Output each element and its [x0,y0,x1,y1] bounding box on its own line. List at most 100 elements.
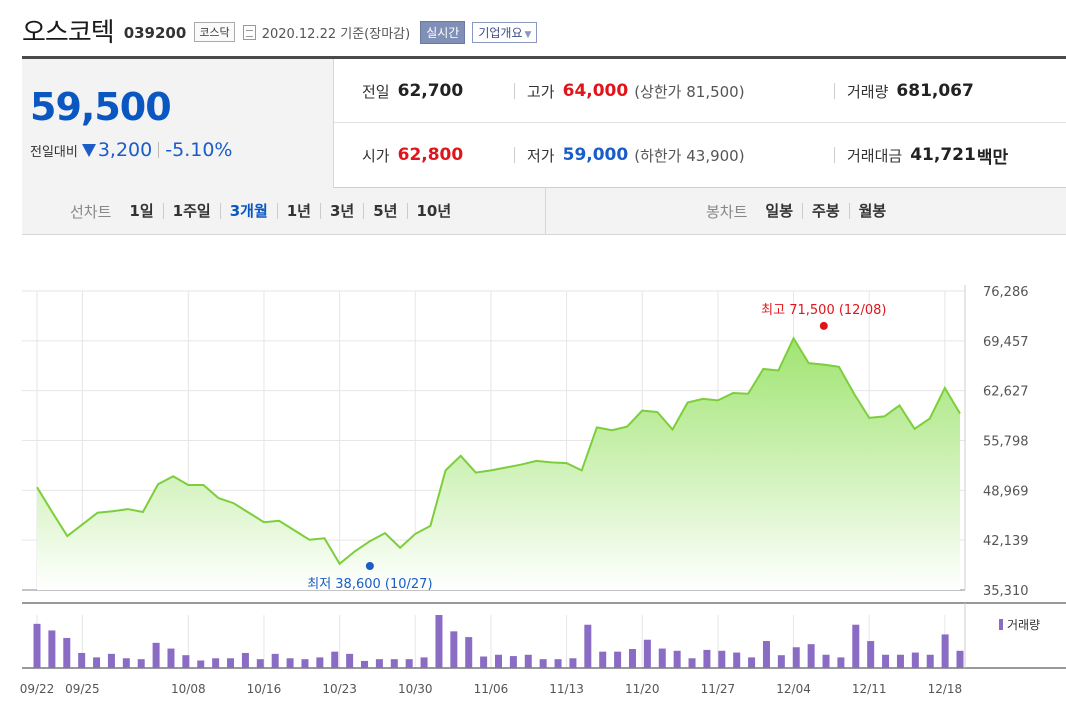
volume-bar [837,657,845,668]
volume-bar [420,657,428,668]
tab-1d[interactable]: 1일 [125,203,162,219]
x-tick-label: 10/30 [398,682,433,696]
volume-bar [361,660,369,668]
change-amount: 3,200 [97,139,153,161]
volume-bar [911,652,919,668]
min-marker [365,561,374,570]
x-tick-label: 12/18 [928,682,963,696]
volume-legend-swatch [999,619,1003,630]
chevron-down-icon: ▼ [524,29,532,40]
x-tick-label: 12/11 [852,682,887,696]
volume-bar [524,654,532,668]
tab-daily[interactable]: 일봉 [761,203,802,219]
stat-value: 59,000 [562,145,629,165]
volume-bar [792,647,800,668]
stats-row-1: 전일 62,700 고가 64,000 (상한가 81,500) 거래량 681… [334,59,1066,123]
stat-label: 전일 [362,82,390,101]
company-overview-button[interactable]: 기업개요 ▼ [472,21,538,43]
volume-bar [539,659,547,668]
min-label: 최저 38,600 (10/27) [307,577,432,592]
stat-open: 시가 62,800 [362,123,463,187]
y-tick-label: 69,457 [983,335,1029,350]
volume-bar [480,656,488,668]
volume-bar [554,659,562,668]
volume-bar [33,623,41,668]
stat-low: 저가 59,000 (하한가 43,900) [514,123,745,187]
stock-header: 오스코텍 039200 코스닥 2020.12.22 기준(장마감) 실시간 기… [22,12,538,48]
price-area [37,338,960,590]
line-chart-tabs: 선차트 1일 1주일 3개월 1년 3년 5년 10년 [22,188,546,234]
volume-bar [346,653,354,668]
volume-bar [241,652,249,668]
tab-monthly[interactable]: 월봉 [848,203,896,219]
volume-bar [673,650,681,668]
stat-value: 62,800 [397,145,464,165]
volume-bar [852,624,860,668]
candle-chart-tabs: 봉차트 일봉 주봉 월봉 [546,188,1066,234]
volume-bar [867,641,875,668]
volume-bar [896,654,904,668]
stat-sub: (상한가 81,500) [634,82,745,101]
volume-bar [435,615,443,668]
volume-bar [256,659,264,668]
volume-bar [212,658,220,668]
tab-5y[interactable]: 5년 [363,203,406,219]
stat-sub: (하한가 43,900) [634,146,745,165]
realtime-button[interactable]: 실시간 [420,20,466,44]
volume-bar [107,653,115,668]
tab-1w[interactable]: 1주일 [162,203,220,219]
divider [514,147,515,163]
tab-weekly[interactable]: 주봉 [802,203,849,219]
volume-bar [390,659,398,668]
volume-bar [956,650,964,668]
stat-value: 41,721 [910,145,976,165]
x-tick-label: 11/27 [701,682,736,696]
y-tick-label: 42,139 [983,534,1029,549]
volume-bar [301,659,309,668]
stat-value: 62,700 [397,81,464,101]
tab-3m[interactable]: 3개월 [219,203,277,219]
candle-chart-label: 봉차트 [706,202,748,221]
y-tick-label: 62,627 [983,385,1029,400]
divider [834,83,835,99]
volume-bar [182,655,190,668]
divider [514,83,515,99]
stat-high: 고가 64,000 (상한가 81,500) [514,59,745,123]
stock-code: 039200 [123,24,187,42]
tab-10y[interactable]: 10년 [406,203,461,219]
volume-bar [718,650,726,668]
stat-label: 거래대금 [847,146,903,165]
volume-bar [375,659,383,668]
tab-3y[interactable]: 3년 [320,203,363,219]
volume-bar [658,648,666,668]
x-tick-label: 10/08 [171,682,206,696]
volume-bar [882,654,890,668]
line-chart-label: 선차트 [70,202,112,221]
calendar-icon [242,24,256,40]
volume-bar [48,630,56,668]
volume-bar [807,644,815,668]
chart-tabs: 선차트 1일 1주일 3개월 1년 3년 5년 10년 봉차트 일봉 주봉 월봉 [22,188,1066,235]
volume-bar [703,649,711,668]
volume-bar [733,652,741,668]
price-summary: 59,500 전일대비 3,200 -5.10% 전일 62,700 고가 64… [22,56,1066,188]
volume-bar [777,655,785,668]
volume-bar [822,654,830,668]
tab-1y[interactable]: 1년 [276,203,320,219]
market-badge: 코스닥 [194,22,235,42]
volume-bar [614,651,622,668]
down-triangle-icon [81,143,96,157]
volume-bar [316,657,324,668]
volume-bar [643,639,651,668]
stat-label: 거래량 [847,82,889,101]
stat-amount: 거래대금 41,721 백만 [834,123,1008,187]
volume-bar [331,651,339,668]
x-tick-label: 11/06 [474,682,509,696]
stat-value: 681,067 [896,81,974,101]
stat-unit: 백만 [976,147,1009,168]
volume-bar [405,659,413,668]
volume-bar [509,656,517,668]
volume-bar [762,641,770,668]
x-tick-label: 09/22 [20,682,55,696]
volume-bar [137,659,145,668]
